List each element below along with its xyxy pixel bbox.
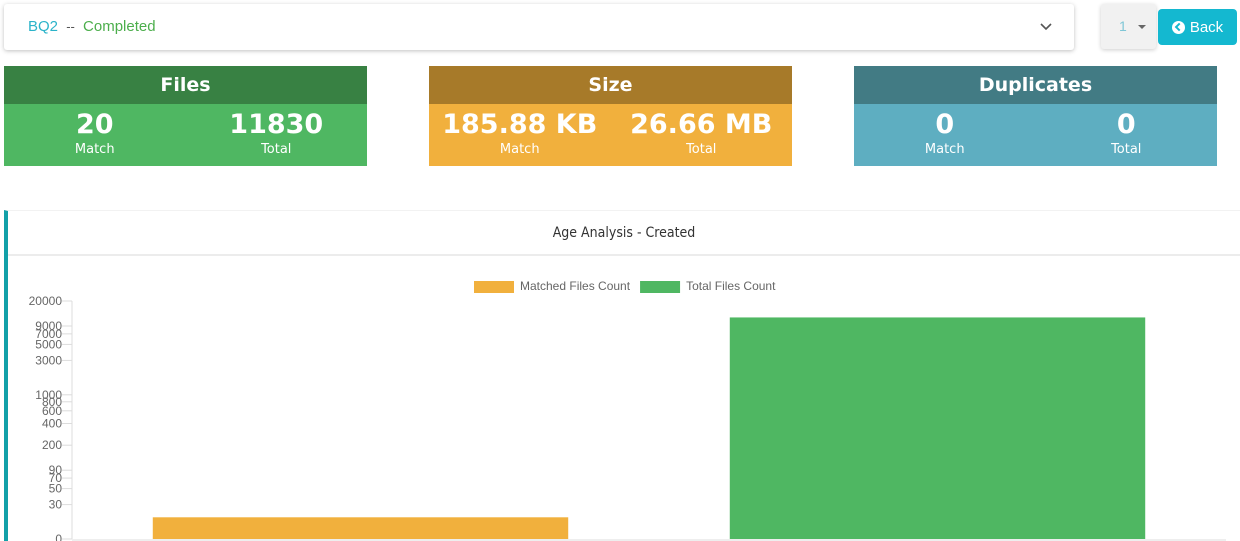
files-match-value: 20: [75, 109, 114, 140]
size-card: Size 185.88 KB Match 26.66 MB Total: [429, 66, 792, 166]
project-title: BQ2 -- Completed: [28, 18, 156, 35]
chevron-left-circle-icon: [1171, 20, 1185, 34]
title-separator: --: [66, 19, 75, 34]
duplicates-total-value: 0: [1116, 109, 1136, 140]
back-button-label: Back: [1189, 18, 1224, 36]
project-name: BQ2: [28, 18, 59, 35]
project-status: Completed: [83, 18, 156, 35]
duplicates-card: Duplicates 0 Match 0 Total: [854, 66, 1217, 166]
duplicates-card-title: Duplicates: [854, 66, 1217, 104]
duplicates-match-value: 0: [935, 109, 955, 140]
duplicates-match-label: Match: [924, 142, 965, 157]
size-total-value: 26.66 MB: [630, 109, 773, 140]
project-status-bar[interactable]: BQ2 -- Completed: [4, 4, 1074, 50]
size-match-label: Match: [499, 142, 540, 157]
size-match-value: 185.88 KB: [442, 109, 598, 140]
duplicates-total-label: Total: [1111, 142, 1142, 157]
page-selector[interactable]: 1: [1101, 4, 1156, 49]
age-analysis-panel: Age Analysis - Created: [4, 210, 1240, 541]
files-total-label: Total: [261, 142, 292, 157]
back-button[interactable]: Back: [1158, 9, 1237, 45]
size-card-title: Size: [429, 66, 792, 104]
files-total-value: 11830: [229, 109, 324, 140]
chart-title: Age Analysis - Created: [8, 211, 1240, 256]
files-match-label: Match: [74, 142, 115, 157]
size-total-label: Total: [686, 142, 717, 157]
files-card-title: Files: [4, 66, 367, 104]
files-card: Files 20 Match 11830 Total: [4, 66, 367, 166]
chevron-down-icon[interactable]: [1038, 18, 1054, 34]
page-selector-value: 1: [1119, 18, 1127, 34]
caret-down-icon: [1138, 25, 1146, 29]
